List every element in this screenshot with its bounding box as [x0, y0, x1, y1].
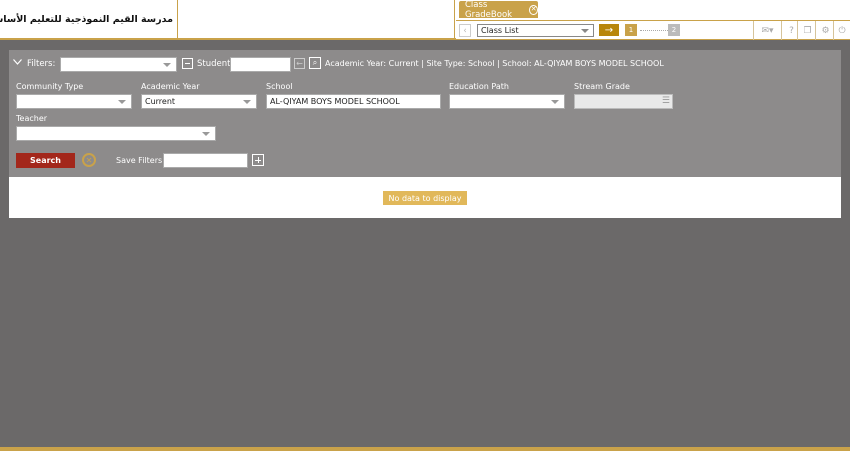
school-field[interactable]: AL-QIYAM BOYS MODEL SCHOOL	[266, 94, 441, 109]
user-settings-icon[interactable]: ⚙	[815, 21, 835, 40]
step-1[interactable]: 1	[625, 24, 637, 36]
filter-panel: Filters: Student ← ⌕ Academic Year: Curr…	[9, 50, 841, 177]
list-icon[interactable]: ☰	[662, 97, 670, 106]
header-spacer	[178, 0, 455, 39]
close-icon[interactable]: ✕	[529, 4, 538, 15]
school-name: مدرسة القيم النموذجية للتعليم الأساسي لل…	[0, 0, 178, 39]
collapse-chevron-icon[interactable]	[13, 59, 22, 67]
workspace-header: Class GradeBook ✕ ‹ Class List → 1 2 ✉▾ …	[456, 0, 850, 40]
collapse-student-icon[interactable]	[182, 58, 193, 69]
stream-grade-label: Stream Grade	[574, 82, 630, 91]
saved-filters-select[interactable]	[60, 57, 177, 72]
toolbar: ‹ Class List → 1 2 ✉▾ ? ❐ ⚙ ⏻	[456, 20, 850, 40]
view-select[interactable]: Class List	[477, 24, 594, 37]
academic-year-value: Current	[145, 97, 176, 106]
clear-filters-icon[interactable]: ✕	[82, 153, 96, 167]
teacher-label: Teacher	[16, 114, 48, 123]
bottom-border	[0, 447, 850, 451]
chevron-down-icon	[243, 100, 251, 104]
school-label: School	[266, 82, 293, 91]
view-select-value: Class List	[481, 26, 519, 35]
chevron-left-icon[interactable]: ‹	[459, 24, 471, 37]
filter-bar: Filters: Student ← ⌕ Academic Year: Curr…	[9, 56, 841, 72]
chevron-down-icon	[202, 132, 210, 136]
tab-label: Class GradeBook	[465, 0, 513, 20]
save-filters-input[interactable]	[163, 153, 248, 168]
chevron-down-icon	[551, 100, 559, 104]
step-2[interactable]: 2	[668, 24, 680, 36]
save-filters-label: Save Filters	[116, 156, 163, 165]
academic-year-select[interactable]: Current	[141, 94, 257, 109]
chevron-down-icon	[581, 29, 589, 33]
teacher-select[interactable]	[16, 126, 216, 141]
step-connector	[640, 30, 668, 31]
top-header: مدرسة القيم النموذجية للتعليم الأساسي لل…	[0, 0, 850, 40]
copy-icon[interactable]: ❐	[797, 21, 817, 40]
academic-year-label: Academic Year	[141, 82, 200, 91]
filters-label: Filters:	[27, 59, 56, 69]
stream-grade-field[interactable]: ☰	[574, 94, 673, 109]
search-button[interactable]: Search	[16, 153, 75, 168]
results-area: No data to display	[9, 177, 841, 218]
school-value: AL-QIYAM BOYS MODEL SCHOOL	[270, 97, 400, 106]
arrow-left-icon[interactable]: ←	[294, 58, 305, 69]
student-input[interactable]	[230, 57, 291, 72]
go-button[interactable]: →	[599, 24, 619, 36]
education-path-select[interactable]	[449, 94, 565, 109]
search-icon[interactable]: ⌕	[309, 57, 321, 69]
community-type-select[interactable]	[16, 94, 132, 109]
filter-summary: Academic Year: Current | Site Type: Scho…	[325, 59, 664, 68]
chevron-down-icon	[163, 63, 171, 67]
community-type-label: Community Type	[16, 82, 84, 91]
add-filter-icon[interactable]	[252, 154, 264, 166]
arrow-right-icon: →	[604, 24, 614, 36]
power-icon[interactable]: ⏻	[833, 21, 850, 40]
student-label: Student	[197, 59, 231, 69]
mail-icon[interactable]: ✉▾	[753, 21, 781, 40]
education-path-label: Education Path	[449, 82, 509, 91]
chevron-down-icon	[118, 100, 126, 104]
no-data-badge: No data to display	[383, 191, 467, 205]
tab-class-gradebook[interactable]: Class GradeBook ✕	[459, 0, 538, 20]
